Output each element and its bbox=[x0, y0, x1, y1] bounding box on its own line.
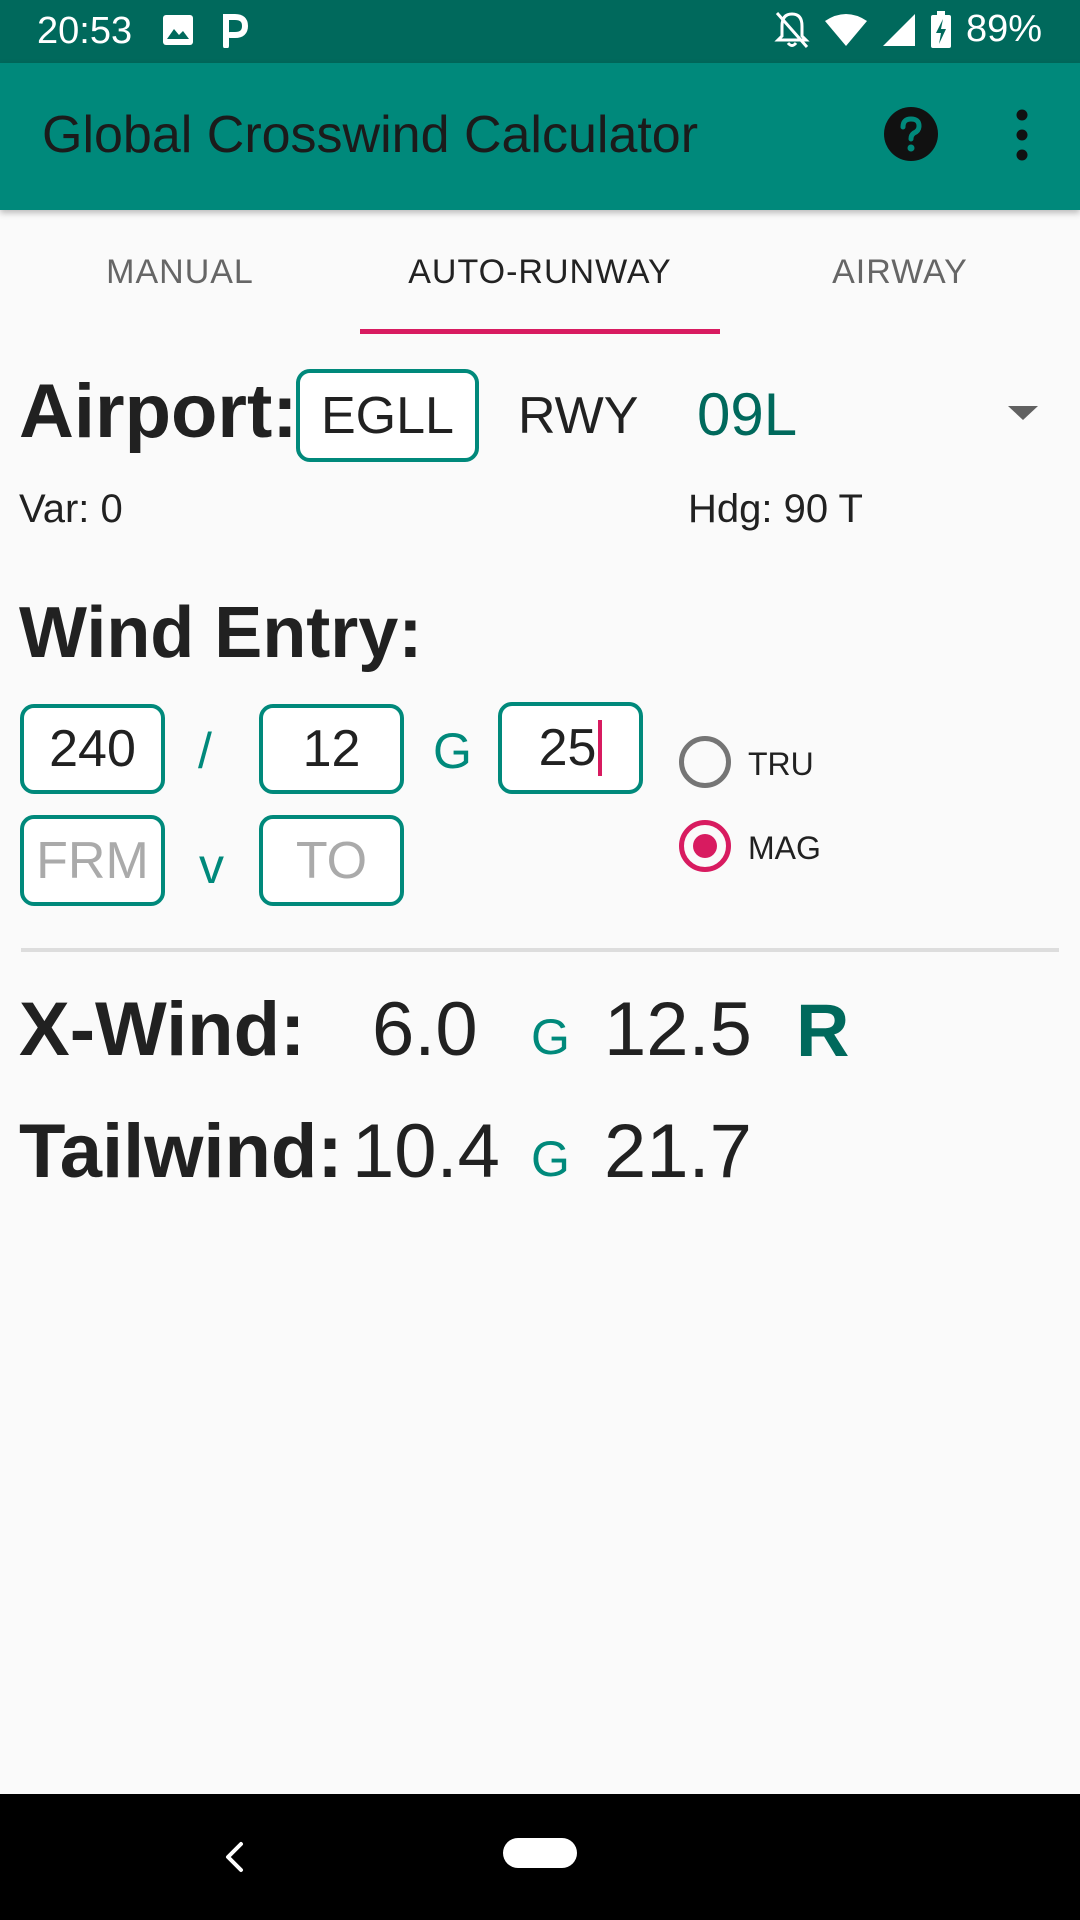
wind-gust-input[interactable]: 25 bbox=[498, 702, 643, 794]
wifi-icon bbox=[824, 13, 867, 46]
xwind-value: 6.0 bbox=[372, 987, 478, 1072]
airport-code-input[interactable]: EGLL bbox=[296, 369, 479, 462]
wind-direction-input[interactable]: 240 bbox=[20, 704, 165, 794]
tab-airway[interactable]: AIRWAY bbox=[720, 210, 1080, 335]
tab-manual[interactable]: MANUAL bbox=[0, 210, 360, 335]
text-cursor bbox=[598, 720, 603, 776]
app-bar: Global Crosswind Calculator bbox=[0, 63, 1080, 210]
battery-percent: 89% bbox=[965, 8, 1042, 50]
tailwind-gust-separator: G bbox=[531, 1131, 570, 1187]
chevron-down-icon[interactable] bbox=[1008, 406, 1038, 420]
xwind-gust-separator: G bbox=[531, 1009, 570, 1065]
navigation-bar bbox=[0, 1794, 1080, 1920]
gust-separator: G bbox=[433, 723, 472, 779]
tailwind-gust-value: 21.7 bbox=[604, 1109, 752, 1194]
radio-magnetic-label[interactable]: MAG bbox=[748, 830, 821, 867]
status-right-group: 89% bbox=[774, 8, 1042, 51]
wind-entry-title: Wind Entry: bbox=[19, 593, 423, 673]
tailwind-value: 10.4 bbox=[352, 1109, 500, 1194]
tailwind-label: Tailwind: bbox=[19, 1109, 343, 1194]
wind-gust-value: 25 bbox=[538, 719, 597, 777]
runway-label: RWY bbox=[518, 387, 639, 445]
app-title: Global Crosswind Calculator bbox=[42, 106, 699, 164]
heading-text: Hdg: 90 T bbox=[688, 487, 863, 531]
tab-indicator bbox=[360, 329, 720, 334]
xwind-label: X-Wind: bbox=[19, 987, 306, 1072]
variation-text: Var: 0 bbox=[19, 487, 123, 531]
radio-magnetic[interactable] bbox=[679, 820, 731, 872]
variable-to-input[interactable]: TO bbox=[259, 815, 404, 906]
airport-label: Airport: bbox=[19, 369, 298, 454]
help-icon[interactable] bbox=[883, 106, 939, 162]
variable-from-input[interactable]: FRM bbox=[20, 815, 165, 906]
signal-icon bbox=[882, 13, 915, 46]
status-bar: 20:53 89% bbox=[0, 0, 1080, 63]
radio-true[interactable] bbox=[679, 736, 731, 788]
tab-bar: MANUAL AUTO-RUNWAY AIRWAY bbox=[0, 210, 1080, 335]
image-icon bbox=[163, 15, 193, 45]
back-icon[interactable] bbox=[219, 1832, 249, 1882]
battery-charging-icon bbox=[930, 10, 951, 48]
slash-separator: / bbox=[198, 723, 212, 779]
xwind-side: R bbox=[796, 989, 850, 1072]
radio-true-label[interactable]: TRU bbox=[748, 746, 814, 783]
overflow-menu-icon[interactable] bbox=[1005, 107, 1039, 163]
tab-auto-runway[interactable]: AUTO-RUNWAY bbox=[360, 210, 720, 335]
runway-select[interactable]: 09L bbox=[697, 380, 797, 449]
variable-separator: v bbox=[199, 838, 224, 894]
divider bbox=[21, 948, 1059, 952]
wind-speed-input[interactable]: 12 bbox=[259, 704, 404, 794]
home-button[interactable] bbox=[503, 1838, 577, 1868]
status-time: 20:53 bbox=[37, 10, 133, 52]
xwind-gust-value: 12.5 bbox=[604, 987, 752, 1072]
bell-off-icon bbox=[774, 11, 810, 48]
parking-icon bbox=[223, 14, 248, 48]
